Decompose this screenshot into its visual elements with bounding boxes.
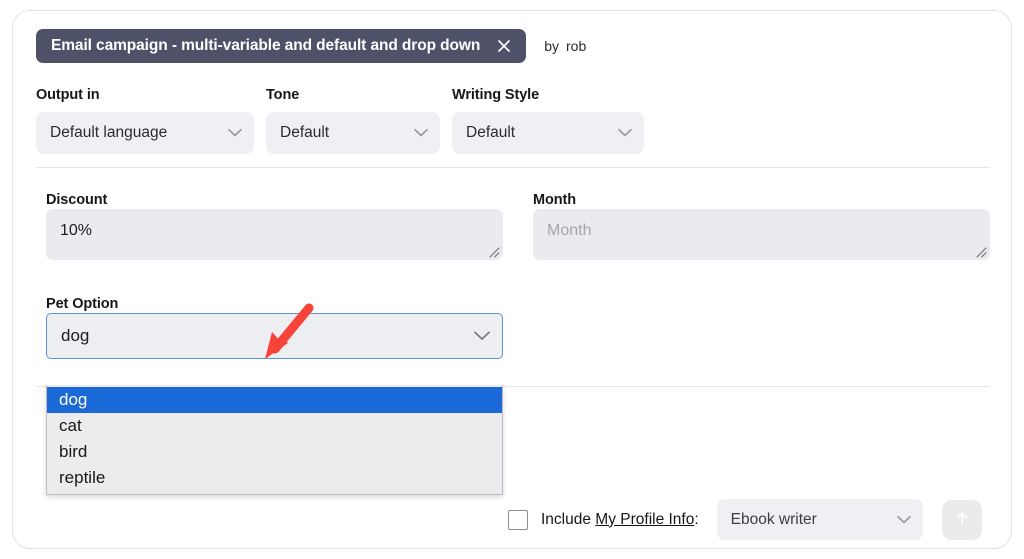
chevron-down-icon [474, 331, 490, 341]
month-input[interactable] [533, 209, 990, 260]
my-profile-info-link[interactable]: My Profile Info [595, 511, 694, 528]
byline-prefix: by [544, 38, 559, 54]
pet-option-item-cat[interactable]: cat [47, 413, 502, 439]
pet-option-select[interactable]: dog [46, 313, 503, 359]
variables-row: Discount Month [46, 191, 990, 260]
prompt-title-chip[interactable]: Email campaign - multi-variable and defa… [36, 29, 526, 63]
writing-style-value: Default [466, 124, 515, 142]
pet-option-group: Pet Option dog [46, 295, 503, 359]
app-root: Email campaign - multi-variable and defa… [0, 0, 1024, 559]
include-profile-label: Include My Profile Info: [541, 511, 699, 529]
month-input-wrap [533, 209, 990, 260]
tone-group: Tone Default [266, 87, 440, 154]
output-settings-row: Output in Default language Tone Default [36, 87, 644, 154]
writing-style-group: Writing Style Default [452, 87, 644, 154]
pet-option-item-reptile[interactable]: reptile [47, 465, 502, 491]
pet-option-item-dog[interactable]: dog [47, 387, 502, 413]
pet-option-item-label: dog [59, 390, 87, 410]
chevron-down-icon [897, 515, 911, 524]
include-profile-checkbox[interactable] [508, 510, 528, 530]
discount-label: Discount [46, 192, 107, 208]
pet-option-listbox[interactable]: dog cat bird reptile [46, 385, 503, 495]
discount-group: Discount [46, 191, 503, 260]
month-group: Month [533, 191, 990, 260]
output-language-value: Default language [50, 124, 167, 142]
profile-role-select[interactable]: Ebook writer [717, 499, 923, 540]
pet-option-item-label: bird [59, 442, 87, 462]
title-chip-row: Email campaign - multi-variable and defa… [36, 29, 586, 63]
close-x-icon[interactable] [494, 36, 514, 56]
chevron-down-icon [618, 129, 632, 138]
chevron-down-icon [228, 129, 242, 138]
footer-bar: Include My Profile Info: Ebook writer [508, 499, 982, 540]
include-suffix-text: : [694, 511, 698, 528]
tone-select[interactable]: Default [266, 112, 440, 154]
pet-option-item-label: reptile [59, 468, 105, 488]
output-language-label: Output in [36, 87, 254, 103]
prompt-title-text: Email campaign - multi-variable and defa… [51, 37, 480, 55]
discount-input[interactable] [46, 209, 503, 260]
discount-input-wrap [46, 209, 503, 260]
include-prefix-text: Include [541, 511, 595, 528]
output-language-select[interactable]: Default language [36, 112, 254, 154]
writing-style-select[interactable]: Default [452, 112, 644, 154]
arrow-up-icon [952, 508, 972, 531]
output-language-group: Output in Default language [36, 87, 254, 154]
chevron-down-icon [414, 129, 428, 138]
pet-option-item-label: cat [59, 416, 82, 436]
byline: byrob [544, 38, 586, 54]
pet-option-item-bird[interactable]: bird [47, 439, 502, 465]
prompt-card: Email campaign - multi-variable and defa… [12, 10, 1012, 549]
month-label: Month [533, 192, 576, 208]
profile-role-value: Ebook writer [731, 511, 817, 529]
byline-author: rob [566, 38, 586, 54]
pet-option-label: Pet Option [46, 296, 118, 312]
writing-style-label: Writing Style [452, 87, 644, 103]
tone-label: Tone [266, 87, 440, 103]
pet-option-value: dog [61, 326, 89, 346]
tone-value: Default [280, 124, 329, 142]
submit-button[interactable] [942, 500, 982, 540]
section-divider-top [36, 167, 990, 168]
